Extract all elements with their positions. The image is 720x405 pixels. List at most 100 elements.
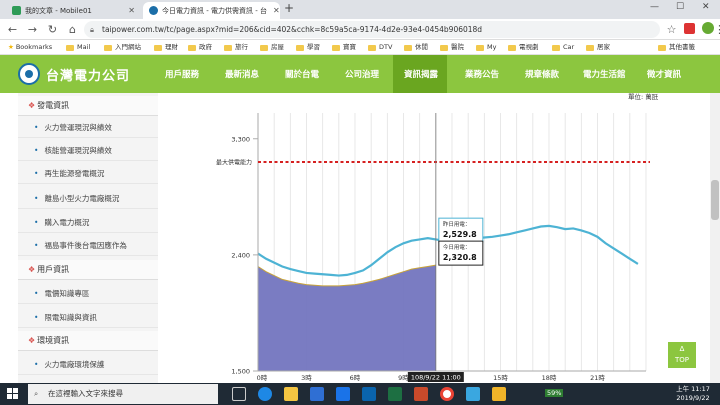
bullet-icon: • bbox=[34, 194, 39, 203]
star-icon[interactable]: ☆ bbox=[665, 23, 678, 36]
sidebar-item[interactable]: • 購入電力概況 bbox=[18, 213, 158, 233]
extension-icon[interactable] bbox=[684, 23, 695, 34]
nav-item[interactable]: 公司治理 bbox=[345, 67, 379, 83]
tab-title: 我的文章 - Mobile01 bbox=[25, 6, 92, 15]
menu-dots-icon[interactable]: ⋮ bbox=[714, 23, 720, 36]
bookmark-bookmarks[interactable]: ★ Bookmarks bbox=[8, 42, 52, 53]
powerpoint-icon[interactable] bbox=[414, 387, 428, 401]
bookmark-folder[interactable]: Car bbox=[552, 42, 574, 53]
folder-icon bbox=[188, 44, 196, 51]
mail-icon[interactable] bbox=[336, 387, 350, 401]
x-tick-label: 6時 bbox=[350, 374, 361, 382]
bookmark-folder[interactable]: 理財 bbox=[154, 42, 178, 53]
bookmark-folder[interactable]: 旅行 bbox=[224, 42, 248, 53]
sidebar-item[interactable]: • 離島小型火力電廠概況 bbox=[18, 189, 158, 209]
bookmark-folder[interactable]: My bbox=[476, 42, 496, 53]
bullet-icon: • bbox=[34, 241, 39, 250]
new-tab-button[interactable]: + bbox=[284, 1, 294, 15]
nav-item[interactable]: 用戶服務 bbox=[165, 67, 199, 83]
taskbar-search-input[interactable]: ⌕ 在這裡輸入文字來搜尋 bbox=[28, 384, 218, 404]
bookmark-folder[interactable]: 寶寶 bbox=[332, 42, 356, 53]
star-icon: ★ bbox=[8, 43, 14, 51]
home-icon[interactable]: ⌂ bbox=[66, 23, 79, 36]
tab-taipower[interactable]: 今日電力資訊 - 電力供需資訊 - 台 ✕ bbox=[143, 2, 280, 19]
maximize-button[interactable]: ☐ bbox=[676, 2, 684, 12]
bookmark-folder[interactable]: 醫院 bbox=[440, 42, 464, 53]
folder-icon bbox=[104, 44, 112, 51]
url-input[interactable]: 🔒︎ taipower.com.tw/tc/page.aspx?mid=206&… bbox=[84, 21, 660, 38]
back-arrow-icon[interactable]: ← bbox=[6, 23, 19, 36]
sidebar-section-header[interactable]: ❖ 發電資訊 bbox=[18, 96, 158, 116]
folder-icon bbox=[476, 44, 484, 51]
bookmark-folder[interactable]: 休閒 bbox=[404, 42, 428, 53]
bookmark-other[interactable]: 其他書籤 bbox=[658, 42, 695, 53]
nav-item[interactable]: 業務公告 bbox=[465, 67, 499, 83]
nav-item[interactable]: 最新消息 bbox=[225, 67, 259, 83]
windows-start-icon[interactable] bbox=[6, 387, 20, 401]
store-icon[interactable] bbox=[310, 387, 324, 401]
sidebar-item[interactable]: • 福島事件後台電因應作為 bbox=[18, 236, 158, 256]
task-view-icon[interactable] bbox=[232, 387, 246, 401]
sidebar-section-header[interactable]: ❖ 用戶資訊 bbox=[18, 260, 158, 280]
sidebar-section-header[interactable]: ❖ 環境資訊 bbox=[18, 331, 158, 351]
scrollbar-track[interactable] bbox=[710, 93, 720, 383]
nav-item[interactable]: 徵才資訊 bbox=[647, 67, 681, 83]
profile-avatar[interactable] bbox=[702, 22, 714, 34]
tab-title: 今日電力資訊 - 電力供需資訊 - 台 bbox=[162, 6, 267, 15]
x-tick-label: 21時 bbox=[590, 374, 605, 382]
folder-icon bbox=[552, 44, 560, 51]
reload-icon[interactable]: ↻ bbox=[46, 23, 59, 36]
app-icon[interactable] bbox=[492, 387, 506, 401]
folder-icon bbox=[224, 44, 232, 51]
tab-mobile01[interactable]: 我的文章 - Mobile01 ✕ bbox=[6, 2, 141, 19]
edge-browser-icon[interactable] bbox=[258, 387, 272, 401]
folder-icon bbox=[508, 44, 516, 51]
y-tick-label: 2,400 bbox=[231, 251, 250, 259]
sidebar-item[interactable]: • 核能營運現況與績效 bbox=[18, 141, 158, 161]
excel-icon[interactable] bbox=[388, 387, 402, 401]
taskbar-clock[interactable]: 上午 11:17 2019/9/22 bbox=[668, 385, 718, 403]
x-tick-label: 18時 bbox=[542, 374, 557, 382]
nav-item[interactable]: 關於台電 bbox=[285, 67, 319, 83]
bookmark-folder[interactable]: 政府 bbox=[188, 42, 212, 53]
bookmark-folder[interactable]: Mail bbox=[66, 42, 90, 53]
nav-item[interactable]: 規章條款 bbox=[525, 67, 559, 83]
sidebar-item[interactable]: • 電價知識專區 bbox=[18, 284, 158, 304]
taskbar: ⌕ 在這裡輸入文字來搜尋 59% 上午 11:17 2019/9/22 bbox=[0, 383, 720, 405]
scrollbar-thumb[interactable] bbox=[711, 180, 719, 220]
site-logo[interactable]: 台灣電力公司 bbox=[18, 62, 130, 86]
minimize-button[interactable]: — bbox=[650, 2, 659, 12]
address-bar: ← → ↻ ⌂ 🔒︎ taipower.com.tw/tc/page.aspx?… bbox=[0, 19, 720, 40]
sidebar-item[interactable]: • 再生能源發電概況 bbox=[18, 164, 158, 184]
file-explorer-icon[interactable] bbox=[284, 387, 298, 401]
tooltip-value: 2,320.8 bbox=[443, 253, 477, 262]
sidebar-item[interactable]: • 火力營運現況與績效 bbox=[18, 118, 158, 138]
bullet-icon: • bbox=[34, 123, 39, 132]
diamond-icon: ❖ bbox=[28, 101, 36, 110]
sidebar-item[interactable]: • 火力電廠環境保護 bbox=[18, 355, 158, 375]
bookmark-folder[interactable]: 電視劇 bbox=[508, 42, 539, 53]
bookmark-folder[interactable]: DTV bbox=[368, 42, 392, 53]
folder-icon bbox=[260, 44, 268, 51]
bookmarks-bar: ★ Bookmarks Mail 入門網站 理財 政府 旅行 房屋 學習 寶寶 D… bbox=[0, 40, 720, 55]
close-window-button[interactable]: ✕ bbox=[702, 2, 710, 12]
close-icon[interactable]: ✕ bbox=[122, 6, 135, 15]
diamond-icon: ❖ bbox=[28, 265, 36, 274]
close-icon[interactable]: ✕ bbox=[267, 6, 280, 15]
folder-icon bbox=[404, 44, 412, 51]
outlook-icon[interactable] bbox=[362, 387, 376, 401]
sidebar-item[interactable]: • 限電知識與資訊 bbox=[18, 308, 158, 328]
bookmark-folder[interactable]: 居家 bbox=[586, 42, 610, 53]
bookmark-folder[interactable]: 房屋 bbox=[260, 42, 284, 53]
power-usage-chart[interactable]: 單位: 萬瓩 1,5002,4003,3000時3時6時9時12時15時18時2… bbox=[158, 93, 710, 383]
chrome-icon[interactable] bbox=[440, 387, 454, 401]
nav-item-active[interactable]: 資訊揭露 bbox=[404, 67, 438, 83]
battery-indicator[interactable]: 59% bbox=[545, 389, 564, 397]
bookmark-folder[interactable]: 學習 bbox=[296, 42, 320, 53]
x-tick-label: 3時 bbox=[301, 374, 312, 382]
back-to-top-button[interactable]: ∆ TOP bbox=[668, 342, 696, 368]
photos-icon[interactable] bbox=[466, 387, 480, 401]
forward-arrow-icon[interactable]: → bbox=[26, 23, 39, 36]
bookmark-folder[interactable]: 入門網站 bbox=[104, 42, 141, 53]
nav-item[interactable]: 電力生活館 bbox=[583, 67, 626, 83]
